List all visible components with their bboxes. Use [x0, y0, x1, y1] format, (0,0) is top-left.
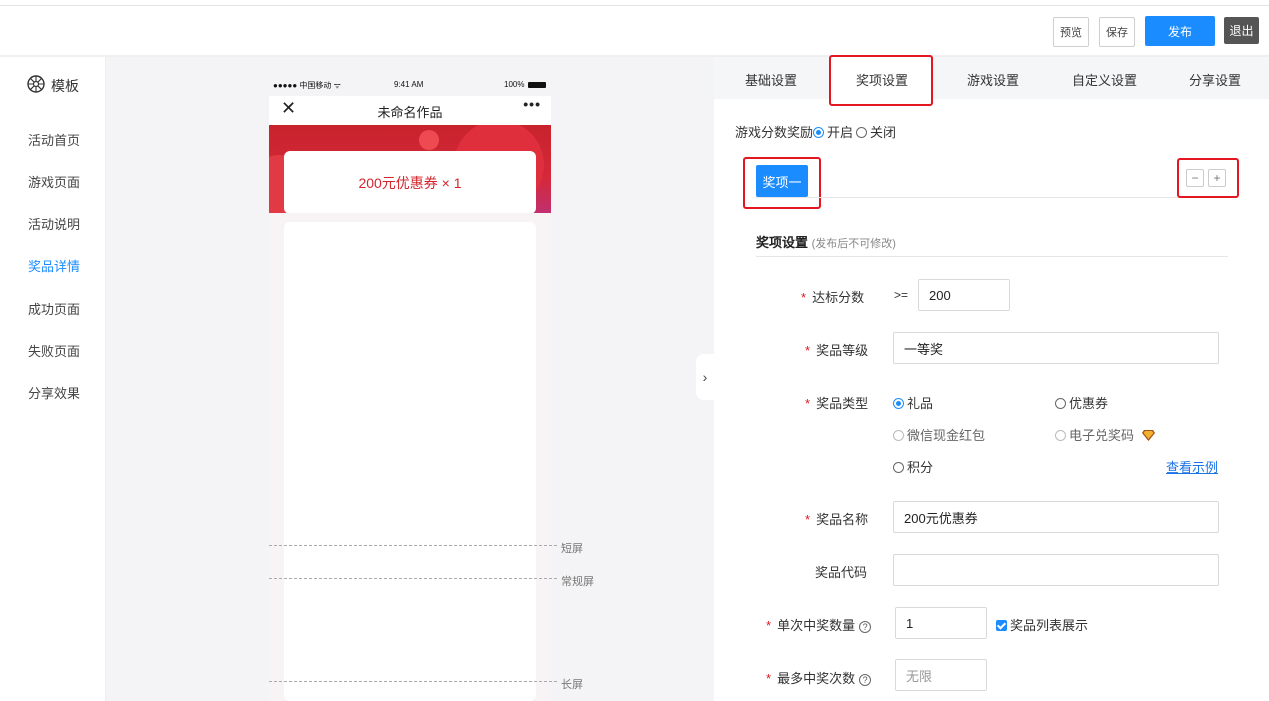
section-note: (发布后不可修改) [811, 238, 896, 250]
remove-prize-button[interactable]: − [1186, 169, 1204, 187]
guide-label-short: 短屏 [561, 543, 583, 555]
prize-type-gift-radio[interactable]: 礼品 [893, 393, 933, 412]
more-icon[interactable]: ••• [523, 96, 541, 112]
per-win-qty-label: * 单次中奖数量? [766, 615, 872, 634]
sidebar-header[interactable]: 模板 [27, 75, 79, 96]
section-divider [756, 256, 1228, 257]
prize-type-e-code-radio[interactable]: 电子兑奖码 [1055, 425, 1155, 444]
tab-basic-settings[interactable]: 基础设置 [745, 70, 797, 89]
preview-button[interactable]: 预览 [1053, 17, 1089, 47]
coupon-card: 200元优惠券 × 1 [284, 151, 536, 214]
target-score-label: * 达标分数 [801, 290, 865, 305]
prize-type-label: * 奖品类型 [805, 396, 869, 411]
prize-level-input[interactable]: 一等奖 [893, 332, 1219, 364]
settings-panel [714, 57, 1269, 701]
template-icon [27, 75, 45, 96]
prize-type-points-radio[interactable]: 积分 [893, 457, 933, 476]
phone-battery: 100% [504, 80, 525, 89]
tab-game-settings[interactable]: 游戏设置 [967, 70, 1019, 89]
guide-line-normal [269, 578, 557, 579]
view-example-link[interactable]: 查看示例 [1166, 457, 1218, 476]
sidebar-header-label: 模板 [51, 77, 79, 94]
target-score-input[interactable]: 200 [918, 279, 1010, 311]
phone-time: 9:41 AM [394, 80, 424, 89]
phone-carrier: ●●●●● 中国移动 ᯤ [273, 81, 341, 90]
panel-toggle-button[interactable]: › [696, 354, 714, 400]
prize-tab-1[interactable]: 奖项一 [756, 165, 808, 197]
sidebar-item-activity-desc[interactable]: 活动说明 [28, 214, 80, 233]
max-wins-label: * 最多中奖次数? [766, 668, 872, 687]
prize-name-label: * 奖品名称 [805, 512, 869, 527]
prize-name-input[interactable]: 200元优惠券 [893, 501, 1219, 533]
sidebar-item-prize-detail[interactable]: 奖品详情 [28, 256, 80, 275]
add-prize-button[interactable]: + [1208, 169, 1226, 187]
chevron-right-icon: › [702, 369, 708, 385]
save-button[interactable]: 保存 [1099, 17, 1135, 47]
prize-code-input[interactable] [893, 554, 1219, 586]
phone-content-card [284, 222, 536, 701]
tab-share-settings[interactable]: 分享设置 [1189, 70, 1241, 89]
max-wins-input[interactable]: 无限 [895, 659, 987, 691]
prize-type-wechat-cash-radio[interactable]: 微信现金红包 [893, 425, 985, 444]
help-icon[interactable]: ? [859, 621, 872, 633]
sidebar-item-share-effect[interactable]: 分享效果 [28, 383, 80, 402]
tab-prize-settings[interactable]: 奖项设置 [856, 70, 908, 89]
battery-icon [528, 82, 546, 88]
show-in-list-checkbox[interactable]: 奖品列表展示 [996, 615, 1088, 634]
prize-level-label: * 奖品等级 [805, 343, 869, 358]
guide-label-long: 长屏 [561, 679, 583, 691]
prize-type-coupon-radio[interactable]: 优惠券 [1055, 393, 1108, 412]
per-win-qty-input[interactable]: 1 [895, 607, 987, 639]
guide-line-short [269, 545, 557, 546]
publish-button[interactable]: 发布 [1145, 16, 1215, 46]
tab-custom-settings[interactable]: 自定义设置 [1072, 70, 1137, 89]
score-reward-on-radio[interactable]: 开启 [813, 122, 853, 141]
score-reward-off-radio[interactable]: 关闭 [856, 122, 896, 141]
prize-code-label: 奖品代码 [815, 565, 868, 580]
prize-tab-divider [756, 197, 1228, 198]
phone-page-title: 未命名作品 [377, 105, 443, 120]
sidebar: 模板 活动首页 游戏页面 活动说明 奖品详情 成功页面 失败页面 分享效果 [0, 57, 106, 701]
exit-button[interactable]: 退出 [1224, 17, 1259, 44]
phone-status-bar: ●●●●● 中国移动 ᯤ 9:41 AM 100% [269, 80, 551, 94]
guide-line-long [269, 681, 557, 682]
phone-nav-bar: ✕ 未命名作品 ••• [269, 96, 551, 125]
sidebar-item-fail-page[interactable]: 失败页面 [28, 341, 80, 360]
sidebar-item-game-page[interactable]: 游戏页面 [28, 172, 80, 191]
score-reward-label: 游戏分数奖励 [735, 125, 814, 140]
section-title: 奖项设置 (发布后不可修改) [756, 235, 896, 250]
sidebar-item-activity-home[interactable]: 活动首页 [28, 130, 80, 149]
target-score-operator: >= [894, 288, 909, 302]
diamond-icon [1141, 429, 1155, 444]
banner-bubble [419, 130, 439, 150]
guide-label-normal: 常规屏 [561, 576, 594, 588]
sidebar-item-success-page[interactable]: 成功页面 [28, 299, 80, 318]
help-icon[interactable]: ? [859, 674, 872, 686]
